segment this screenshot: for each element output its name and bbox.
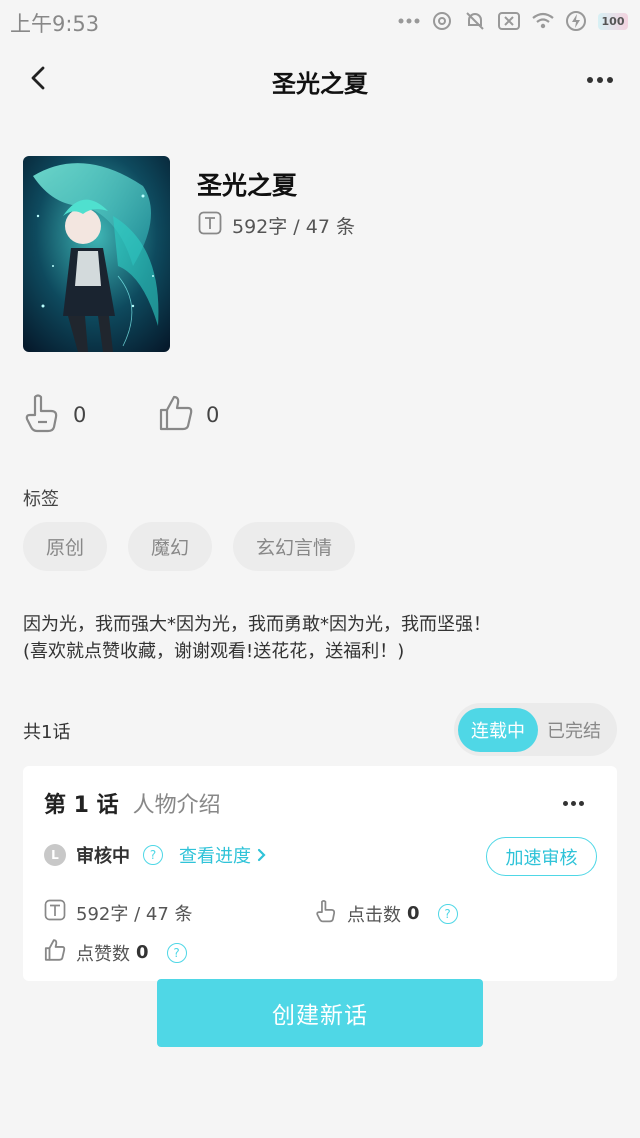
episode-word-stat: 592字 / 47 条 bbox=[44, 899, 193, 926]
likes-value: 0 bbox=[136, 942, 149, 963]
episode-word-count: 592字 / 47 条 bbox=[76, 903, 193, 925]
toggle-ongoing[interactable]: 连载中 bbox=[458, 707, 538, 752]
click-hand-icon bbox=[23, 393, 61, 437]
clicks-value: 0 bbox=[407, 903, 420, 924]
status-icons: 100 bbox=[398, 8, 628, 34]
help-icon[interactable]: ? bbox=[166, 942, 187, 963]
review-row: L 审核中 ? 查看进度 bbox=[44, 842, 266, 868]
speed-up-review-button[interactable]: 加速审核 bbox=[486, 837, 597, 876]
navbar: 圣光之夏 bbox=[0, 44, 640, 116]
like-count: 0 bbox=[206, 403, 220, 427]
create-episode-button[interactable]: 创建新话 bbox=[157, 979, 483, 1047]
episode-name: 人物介绍 bbox=[132, 793, 221, 818]
mute-icon bbox=[464, 10, 486, 32]
battery-icon: 100 bbox=[598, 12, 628, 30]
book-title: 圣光之夏 bbox=[197, 171, 298, 200]
clicks-label: 点击数 bbox=[347, 904, 401, 926]
dots-icon bbox=[398, 17, 420, 25]
episode-number: 第 1 话 bbox=[44, 793, 119, 818]
wifi-icon bbox=[532, 12, 554, 30]
more-icon bbox=[587, 77, 593, 83]
episode-card[interactable]: 第 1 话 人物介绍 L 审核中 ? 查看进度 加速审核 592字 / 47 条… bbox=[23, 766, 617, 981]
tag-list: 原创 魔幻 玄幻言情 bbox=[23, 522, 356, 571]
view-progress-link[interactable]: 查看进度 bbox=[179, 842, 266, 868]
click-reaction[interactable]: 0 bbox=[23, 392, 158, 438]
more-icon bbox=[562, 800, 568, 806]
episode-click-stat: 点击数 0 ? bbox=[315, 899, 458, 928]
description-line: 因为光，我而强大*因为光，我而勇敢*因为光，我而坚强！ bbox=[23, 614, 491, 635]
anime-cover-image bbox=[23, 156, 170, 352]
reactions: 0 0 bbox=[23, 392, 293, 438]
description-line: (喜欢就点赞收藏，谢谢观看!送花花，送福利！) bbox=[23, 641, 405, 662]
alarm-icon bbox=[432, 11, 452, 31]
episode-title-row: 第 1 话 人物介绍 bbox=[44, 787, 221, 819]
view-progress-label: 查看进度 bbox=[179, 846, 251, 867]
status-time: 上午9:53 bbox=[10, 12, 100, 36]
toggle-completed[interactable]: 已完结 bbox=[538, 708, 610, 752]
text-count-icon bbox=[198, 211, 222, 240]
likes-label: 点赞数 bbox=[76, 943, 130, 965]
back-button[interactable] bbox=[20, 62, 56, 98]
click-count: 0 bbox=[73, 403, 87, 427]
episode-like-stat: 点赞数 0 ? bbox=[44, 938, 187, 967]
more-button[interactable] bbox=[580, 66, 620, 94]
sim-icon bbox=[498, 12, 520, 30]
serial-status-toggle[interactable]: 连载中 已完结 bbox=[454, 703, 617, 756]
tag-item[interactable]: 魔幻 bbox=[128, 522, 213, 571]
review-status-icon: L bbox=[44, 844, 66, 866]
tag-item[interactable]: 原创 bbox=[23, 522, 108, 571]
chevron-right-icon bbox=[257, 848, 266, 862]
thumbs-up-icon bbox=[44, 938, 66, 967]
episode-count: 共1话 bbox=[23, 722, 71, 743]
book-cover[interactable] bbox=[23, 156, 170, 352]
book-word-count: 592字 / 47 条 bbox=[232, 216, 355, 238]
page-title: 圣光之夏 bbox=[272, 70, 368, 98]
chevron-left-icon bbox=[30, 66, 46, 94]
review-status: 审核中 bbox=[76, 846, 130, 867]
episode-more-button[interactable] bbox=[553, 792, 593, 814]
tag-item[interactable]: 玄幻言情 bbox=[233, 522, 356, 571]
thumbs-up-icon bbox=[158, 394, 194, 436]
click-hand-icon bbox=[315, 899, 337, 928]
help-icon[interactable]: ? bbox=[143, 845, 163, 865]
like-reaction[interactable]: 0 bbox=[158, 392, 293, 438]
status-bar: 上午9:53 100 bbox=[0, 0, 640, 44]
tags-label: 标签 bbox=[23, 489, 59, 510]
text-count-icon bbox=[44, 899, 66, 926]
book-meta: 592字 / 47 条 bbox=[198, 211, 355, 240]
help-icon[interactable]: ? bbox=[437, 903, 458, 924]
charging-icon bbox=[566, 11, 586, 31]
book-description: 因为光，我而强大*因为光，我而勇敢*因为光，我而坚强！ (喜欢就点赞收藏，谢谢观… bbox=[23, 611, 623, 665]
